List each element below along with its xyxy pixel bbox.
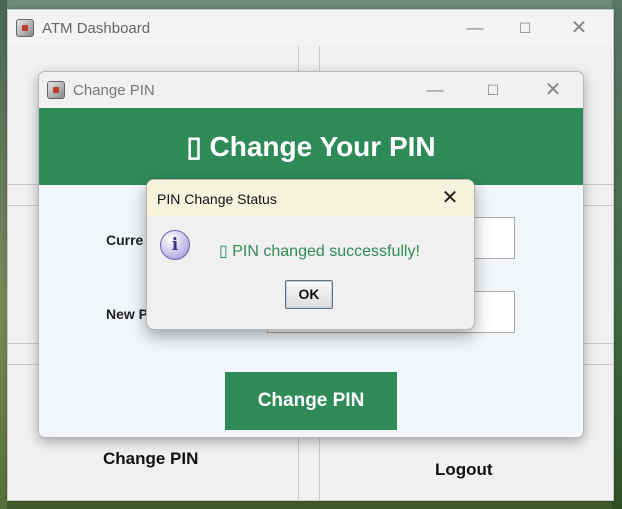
status-message: ▯ PIN changed successfully!: [219, 243, 420, 260]
minimize-button[interactable]: —: [415, 78, 455, 102]
atm-titlebar[interactable]: ATM Dashboard — ☐ ✕: [8, 10, 613, 46]
logout-tile-label[interactable]: Logout: [435, 460, 493, 480]
java-app-icon: [16, 19, 34, 37]
close-button[interactable]: ✕: [533, 78, 573, 102]
atm-window-title: ATM Dashboard: [42, 20, 151, 37]
pin-change-status-dialog: PIN Change Status ✕ i ▯ PIN changed succ…: [146, 179, 475, 330]
change-pin-button[interactable]: Change PIN: [225, 372, 397, 430]
status-dialog-title: PIN Change Status: [157, 191, 277, 207]
current-pin-label: Curre: [106, 232, 144, 248]
change-pin-titlebar[interactable]: Change PIN — ☐ ✕: [39, 72, 583, 108]
maximize-button[interactable]: ☐: [505, 16, 545, 40]
maximize-button[interactable]: ☐: [473, 78, 513, 102]
desktop-background-left: [0, 0, 7, 509]
change-pin-tile-label[interactable]: Change PIN: [103, 449, 198, 469]
new-pin-label: New P: [106, 306, 149, 322]
change-pin-window-title: Change PIN: [73, 82, 155, 99]
change-pin-header: ▯ Change Your PIN: [39, 108, 583, 185]
close-button[interactable]: ✕: [438, 186, 462, 210]
java-app-icon: [47, 81, 65, 99]
info-icon: i: [160, 230, 190, 260]
status-dialog-titlebar[interactable]: PIN Change Status ✕: [147, 180, 474, 216]
minimize-button[interactable]: —: [455, 16, 495, 40]
ok-button[interactable]: OK: [285, 280, 333, 309]
close-button[interactable]: ✕: [559, 16, 599, 40]
